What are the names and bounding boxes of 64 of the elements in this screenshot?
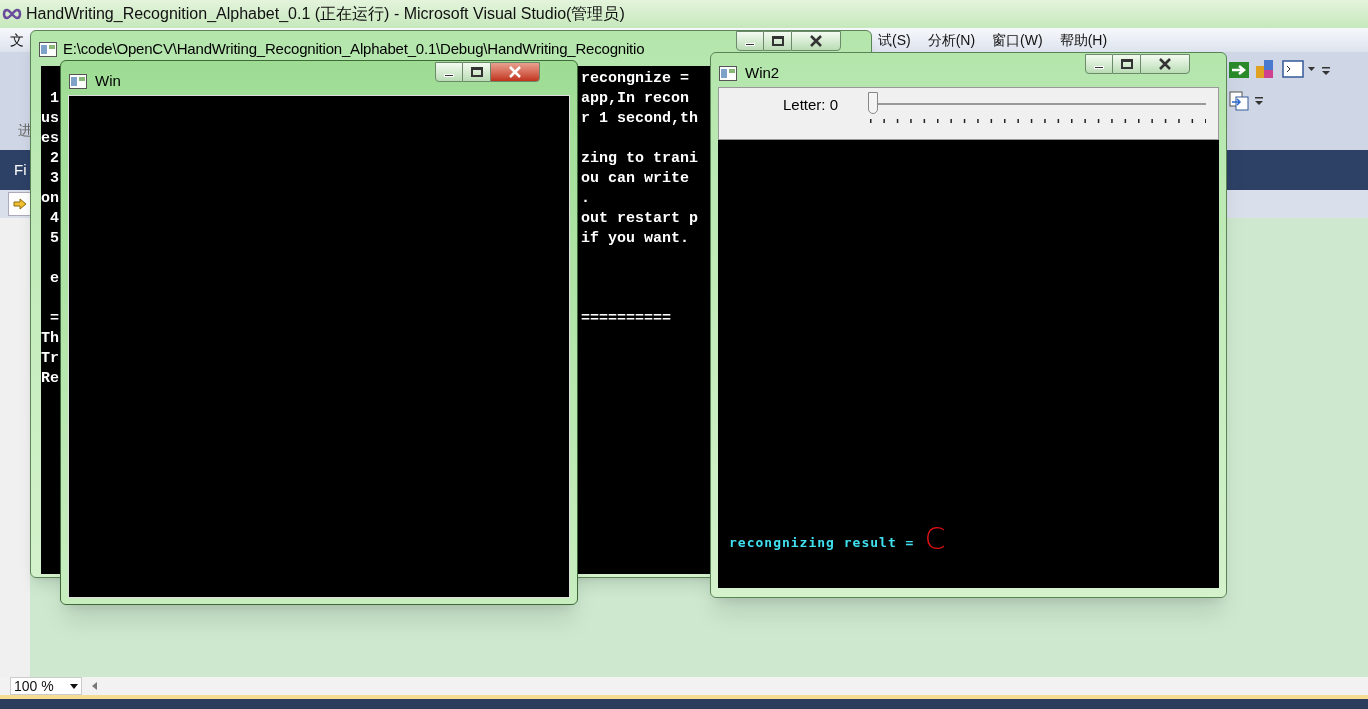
slider-track[interactable] bbox=[868, 92, 1206, 116]
menu-item[interactable]: 分析(N) bbox=[927, 29, 976, 51]
squares-icon bbox=[1254, 58, 1276, 80]
console-text: r 1 second,th bbox=[581, 109, 699, 129]
document-tab[interactable]: Fi bbox=[14, 158, 27, 182]
console-text: = bbox=[49, 310, 59, 327]
menu-item[interactable]: 文 bbox=[10, 29, 24, 51]
console-text: e bbox=[49, 270, 59, 287]
console-text: zing to trani bbox=[581, 149, 699, 169]
console-text: recongnize = bbox=[581, 69, 690, 89]
result-value: C bbox=[924, 524, 946, 554]
close-icon bbox=[508, 66, 522, 78]
infinity-icon bbox=[2, 8, 22, 20]
window-title: E:\code\OpenCV\HandWriting_Recognition_Alphabet_0.1\Debug\HandWriting_Recognitio bbox=[63, 39, 645, 59]
minimize-button[interactable] bbox=[1085, 54, 1113, 74]
close-button[interactable] bbox=[1140, 54, 1190, 74]
console-text: Tr bbox=[41, 350, 59, 367]
console-text: ou can write bbox=[581, 169, 690, 189]
menu-item[interactable]: 试(S) bbox=[878, 29, 911, 51]
console-text: ========== bbox=[581, 309, 671, 329]
console-icon bbox=[1282, 60, 1316, 78]
close-button[interactable] bbox=[490, 62, 540, 82]
console-text: if you want. bbox=[581, 229, 690, 249]
console-text: on bbox=[41, 190, 59, 207]
copy-icon bbox=[1228, 90, 1250, 112]
console-text: Re bbox=[41, 370, 59, 387]
console-text: . bbox=[581, 189, 590, 209]
arrow-button[interactable] bbox=[8, 192, 32, 216]
console-text: us bbox=[41, 110, 59, 127]
arrow-icon bbox=[13, 198, 27, 210]
window-icon bbox=[69, 73, 87, 89]
menu-item[interactable]: 帮助(H) bbox=[1059, 29, 1108, 51]
console-text: 2 bbox=[49, 150, 59, 167]
close-icon bbox=[1158, 58, 1172, 70]
trackbar-label: Letter: 0 bbox=[783, 95, 840, 115]
window-icon bbox=[719, 65, 737, 81]
result-label: recongnizing result = bbox=[729, 533, 915, 552]
caret-icon bbox=[70, 683, 78, 689]
maximize-button[interactable] bbox=[463, 62, 490, 82]
window-title: Win2 bbox=[745, 63, 780, 83]
window-title: Win bbox=[95, 71, 121, 91]
console-text: 4 bbox=[49, 210, 59, 227]
maximize-button[interactable] bbox=[764, 31, 791, 51]
console-text: 3 bbox=[49, 170, 59, 187]
close-button[interactable] bbox=[791, 31, 841, 51]
window-icon bbox=[39, 41, 57, 57]
overflow-icon bbox=[1321, 64, 1331, 76]
slider-thumb[interactable] bbox=[868, 92, 878, 114]
minimize-button[interactable] bbox=[435, 62, 463, 82]
console-text: 5 bbox=[49, 230, 59, 247]
left-arrow-icon bbox=[92, 682, 97, 690]
overflow-icon bbox=[1254, 94, 1264, 106]
console-text: 1 bbox=[49, 90, 59, 107]
toolbar-label: 进 bbox=[18, 121, 32, 140]
close-icon bbox=[809, 35, 823, 47]
console-text: Th bbox=[41, 330, 59, 347]
window-title: HandWriting_Recognition_Alphabet_0.1 (正在运行) - Microsoft Visual Studio(管理员) bbox=[26, 4, 625, 24]
console-text: es bbox=[41, 130, 59, 147]
menu-item[interactable]: 窗口(W) bbox=[992, 29, 1043, 51]
console-text: app,In recon bbox=[581, 89, 690, 109]
maximize-button[interactable] bbox=[1113, 54, 1140, 74]
zoom-dropdown[interactable]: 100 % bbox=[10, 677, 82, 695]
minimize-button[interactable] bbox=[736, 31, 764, 51]
console-text: out restart p bbox=[581, 209, 699, 229]
